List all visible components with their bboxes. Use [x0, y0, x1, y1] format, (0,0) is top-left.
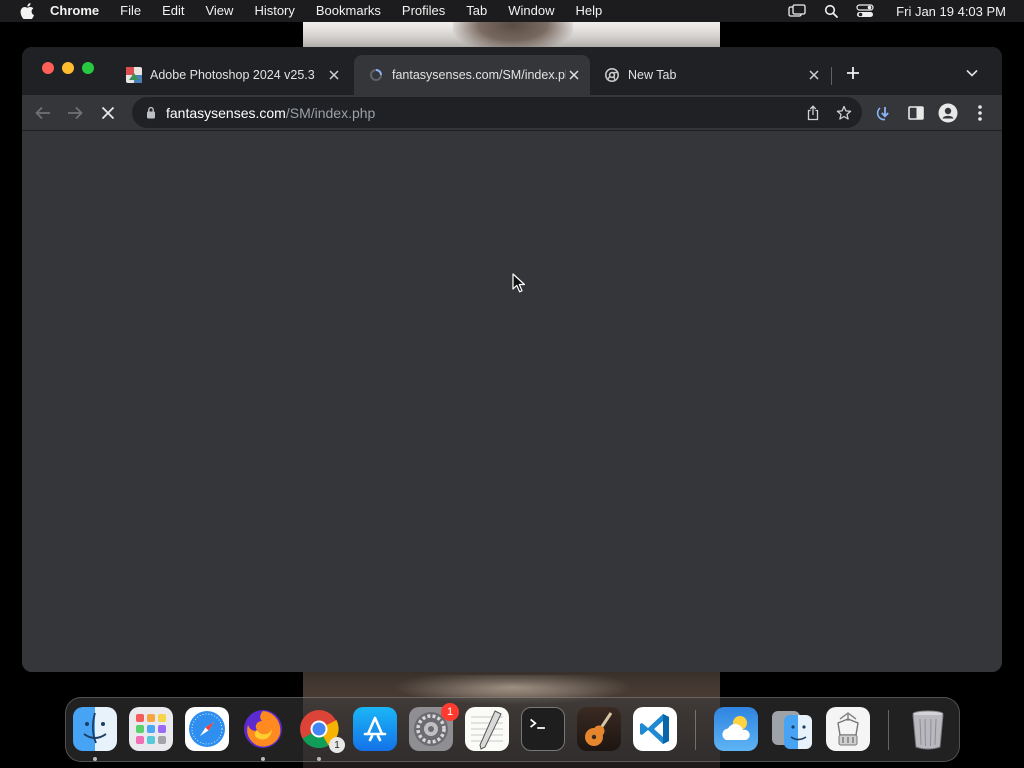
- firefox-icon[interactable]: [241, 707, 285, 751]
- window-close-button[interactable]: [42, 62, 54, 74]
- launchpad-icon[interactable]: [129, 707, 173, 751]
- bookmark-star-icon[interactable]: [835, 104, 853, 122]
- dock-divider: [695, 710, 696, 750]
- apple-menu-icon[interactable]: [18, 0, 36, 22]
- tab-title: New Tab: [628, 68, 677, 82]
- dock: 1 1: [65, 697, 960, 762]
- menu-bar: Chrome File Edit View History Bookmarks …: [0, 0, 1024, 22]
- loading-spinner-icon: [368, 67, 384, 83]
- forward-arrow-icon[interactable]: [62, 100, 88, 126]
- vscode-icon[interactable]: [633, 707, 677, 751]
- new-tab-plus-icon[interactable]: [843, 63, 863, 83]
- tab-close-icon[interactable]: [326, 67, 342, 83]
- tab-close-icon[interactable]: [566, 67, 582, 83]
- menu-file[interactable]: File: [120, 0, 141, 22]
- archive-utility-icon[interactable]: [826, 707, 870, 751]
- menu-bookmarks[interactable]: Bookmarks: [316, 0, 381, 22]
- tab-title: Adobe Photoshop 2024 v25.3: [150, 68, 315, 82]
- mouse-cursor-icon: [512, 273, 526, 293]
- tab-close-icon[interactable]: [806, 67, 822, 83]
- menu-profiles[interactable]: Profiles: [402, 0, 445, 22]
- downloads-icon[interactable]: [874, 102, 896, 124]
- menu-view[interactable]: View: [205, 0, 233, 22]
- address-bar[interactable]: fantasysenses.com/SM/index.php: [132, 97, 862, 128]
- dock-divider: [888, 710, 889, 750]
- browser-toolbar: fantasysenses.com/SM/index.php: [22, 95, 1002, 131]
- system-settings-gear-icon[interactable]: 1: [409, 703, 459, 751]
- side-panel-icon[interactable]: [905, 102, 927, 124]
- control-center-icon[interactable]: [856, 4, 874, 18]
- textedit-icon[interactable]: [465, 707, 509, 751]
- tab-title: fantasysenses.com/SM/index.php: [392, 68, 566, 82]
- photoshop-favicon-icon: [126, 67, 142, 83]
- tab-separator: [831, 67, 832, 85]
- menu-tab[interactable]: Tab: [466, 0, 487, 22]
- menu-bar-clock[interactable]: Fri Jan 19 4:03 PM: [896, 4, 1006, 19]
- tab-fantasysenses[interactable]: fantasysenses.com/SM/index.php: [354, 55, 590, 95]
- profile-avatar-icon[interactable]: [937, 102, 959, 124]
- trash-icon[interactable]: [906, 707, 950, 751]
- chrome-window: Adobe Photoshop 2024 v25.3 fantasysenses…: [22, 47, 1002, 672]
- tab-new-tab[interactable]: New Tab: [590, 55, 830, 95]
- menu-history[interactable]: History: [254, 0, 294, 22]
- menu-window[interactable]: Window: [508, 0, 554, 22]
- spotlight-search-icon[interactable]: [822, 4, 840, 18]
- lock-icon[interactable]: [144, 106, 158, 120]
- tab-search-chevron-down-icon[interactable]: [962, 63, 982, 83]
- menu-chrome[interactable]: Chrome: [50, 0, 99, 22]
- window-zoom-button[interactable]: [82, 62, 94, 74]
- address-path: /SM/index.php: [285, 104, 376, 121]
- share-icon[interactable]: [804, 104, 822, 122]
- finder-icon[interactable]: [73, 707, 117, 751]
- dock-running-indicator: [261, 757, 265, 761]
- stop-loading-x-icon[interactable]: [95, 100, 121, 126]
- notification-badge: 1: [441, 703, 459, 721]
- menu-help[interactable]: Help: [576, 0, 603, 22]
- dock-running-indicator: [317, 757, 321, 761]
- chrome-favicon-icon: [604, 67, 620, 83]
- garageband-guitar-icon[interactable]: [577, 707, 621, 751]
- tab-strip: Adobe Photoshop 2024 v25.3 fantasysenses…: [22, 47, 1002, 95]
- page-viewport[interactable]: [22, 132, 1002, 672]
- app-store-icon[interactable]: [353, 707, 397, 751]
- screen-mirroring-icon[interactable]: [788, 4, 806, 18]
- migration-assistant-icon[interactable]: [770, 707, 814, 751]
- address-host: fantasysenses.com: [166, 104, 286, 121]
- chrome-download-badge: 1: [329, 737, 345, 753]
- chrome-icon[interactable]: 1: [297, 707, 345, 753]
- dock-running-indicator: [93, 757, 97, 761]
- terminal-icon[interactable]: [521, 707, 565, 751]
- tab-photoshop[interactable]: Adobe Photoshop 2024 v25.3: [112, 55, 350, 95]
- menu-edit[interactable]: Edit: [162, 0, 184, 22]
- safari-icon[interactable]: [185, 707, 229, 751]
- more-vertical-icon[interactable]: [969, 102, 991, 124]
- window-minimize-button[interactable]: [62, 62, 74, 74]
- menu-bar-status-area: Fri Jan 19 4:03 PM: [772, 0, 1006, 22]
- back-arrow-icon[interactable]: [30, 100, 56, 126]
- weather-icon[interactable]: [714, 707, 758, 751]
